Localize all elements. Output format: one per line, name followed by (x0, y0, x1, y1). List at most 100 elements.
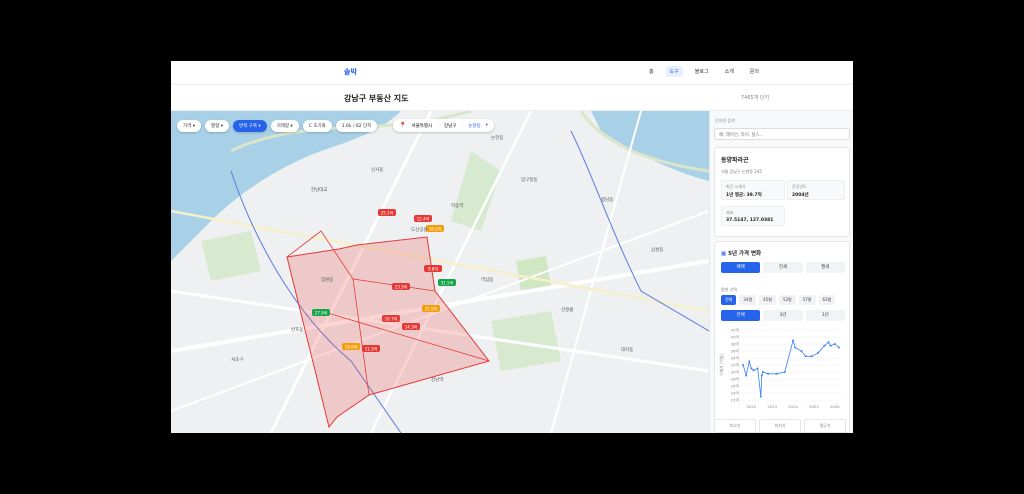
x-tick-label: 2024 (788, 404, 798, 409)
price-marker[interactable]: 27.9억 (312, 309, 330, 316)
price-marker-label: 9.8억 (428, 266, 438, 272)
side-panel: 단지명 검색 동양파라곤 서울 강남구 논현동 245 최근 시세가 1년 평균… (709, 111, 853, 433)
data-point (745, 374, 748, 377)
logo[interactable]: 솔박 (344, 67, 357, 77)
price-marker[interactable]: 14.3억 (402, 323, 420, 330)
data-point (761, 371, 764, 373)
price-marker[interactable]: 31.5억 (438, 279, 456, 286)
filter-chip[interactable]: 거래량 ▾ (270, 120, 299, 132)
x-tick-label: 2025 (809, 404, 819, 409)
deal-type-tab[interactable]: 월세 (805, 262, 845, 273)
map-label: 삼성동 (651, 246, 663, 253)
search-input[interactable] (714, 128, 850, 140)
area-chip[interactable]: 63평 (818, 295, 836, 305)
city-select[interactable]: 서울특별시 (411, 123, 432, 129)
district-select[interactable]: 강남구 (444, 123, 456, 129)
nav-item[interactable]: 블로그 (691, 66, 713, 77)
nav-item[interactable]: 문의 (746, 66, 763, 77)
price-marker[interactable]: 9.8억 (424, 265, 442, 272)
nav-item[interactable]: 도구 (665, 66, 683, 77)
price-marker[interactable]: 12.4억 (414, 215, 432, 222)
data-point (792, 339, 795, 342)
price-marker[interactable]: 11.5억 (362, 345, 380, 352)
nav-links: 홈 도구 블로그 소개 문의 (645, 66, 763, 77)
data-point (823, 344, 826, 347)
location-selector[interactable]: 📍 서울특별시 › 강남구 › 논현동 ▾ (393, 119, 494, 132)
price-stats: 최고가 최저가 평균가 (714, 419, 846, 433)
y-tick-label: 28억 (731, 377, 740, 382)
price-trend-card: ▦ 5년 가격 변화 매매 전세 월세 평형 선택 전체 34평 45평 52평 57평 63… (714, 241, 850, 433)
x-tick-label: 2022 (747, 404, 757, 409)
price-marker[interactable]: 21.0억 (422, 305, 440, 312)
price-marker-label: 19.6억 (345, 344, 358, 350)
filter-chip[interactable]: 평형 ▾ (204, 120, 229, 132)
chevron-down-icon: ▾ (485, 123, 488, 128)
year-cell: 준공년도 2004년 (787, 180, 845, 200)
title-bar: 강남구 부동산 지도 7465개 단지 (171, 85, 853, 111)
filter-chip[interactable]: 면적 구축 ▾ (232, 120, 267, 132)
y-tick-label: 34억 (731, 356, 740, 361)
y-tick-label: 24억 (731, 391, 740, 396)
deal-type-tab[interactable]: 전세 (763, 262, 803, 273)
filter-chip[interactable]: 1.6k / 82 단지 (335, 120, 378, 132)
price-marker-label: 31.5억 (441, 280, 454, 286)
filter-bar: 가격 ▾ 평형 ▾ 면적 구축 ▾ 거래량 ▾ C 초기화 1.6k / 82 단지 (177, 120, 378, 132)
map-label: 논현동 (491, 134, 503, 141)
complex-card: 동양파라곤 서울 강남구 논현동 245 최근 시세가 1년 평균: 39.7억… (714, 147, 850, 237)
nav-item[interactable]: 홈 (645, 66, 658, 77)
map-label: 역삼동 (481, 276, 493, 283)
data-point (817, 351, 820, 354)
area-chip[interactable]: 52평 (778, 295, 796, 305)
complex-count: 7465개 단지 (741, 95, 770, 101)
year-value: 2004년 (792, 193, 809, 198)
area-chip[interactable]: 34평 (739, 295, 757, 305)
price-marker[interactable]: 23.3억 (392, 283, 410, 290)
stat-box: 최고가 (714, 419, 756, 433)
data-point (760, 374, 763, 377)
data-point (742, 364, 745, 366)
top-nav: 솔박 홈 도구 블로그 소개 문의 (171, 61, 853, 85)
period-tabs: 전체 3년 1년 (721, 310, 845, 321)
area-chip[interactable]: 45평 (759, 295, 776, 305)
data-point (748, 360, 751, 363)
price-cell: 최근 시세가 1년 평균: 39.7억 (721, 180, 785, 200)
deal-type-tab[interactable]: 매매 (721, 262, 761, 273)
price-marker-label: 11.5억 (365, 346, 378, 352)
price-marker-label: 25.1억 (381, 210, 394, 216)
map-label: 잠원동 (321, 276, 333, 283)
price-marker-label: 18.2억 (429, 226, 442, 232)
nav-item[interactable]: 소개 (721, 66, 738, 77)
complex-name: 동양파라곤 (721, 157, 749, 164)
map-label: 반포동 (291, 326, 303, 333)
filter-chip[interactable]: C 초기화 (302, 120, 332, 132)
map-label: 신사동 (371, 166, 383, 173)
period-tab[interactable]: 3년 (763, 310, 803, 321)
year-label: 준공년도 (792, 184, 807, 189)
coord-label: 좌표 (726, 210, 734, 215)
price-marker[interactable]: 25.1억 (378, 209, 396, 216)
data-point (810, 355, 813, 358)
area-chip[interactable]: 전체 (721, 295, 737, 305)
data-point (804, 355, 807, 358)
price-marker[interactable]: 19.6억 (342, 343, 360, 350)
period-tab[interactable]: 1년 (805, 310, 845, 321)
price-marker[interactable]: 18.2억 (426, 225, 444, 232)
page-title: 강남구 부동산 지도 (344, 94, 409, 103)
period-tab[interactable]: 전체 (721, 310, 761, 321)
map-canvas[interactable]: 12.4억 18.2억 25.1억 9.8억 31.5억 16.7억 21.0억 14.3억 2… (171, 111, 709, 433)
price-marker[interactable]: 16.7억 (382, 315, 400, 322)
price-marker-label: 23.3억 (395, 284, 408, 290)
map-pin-icon: 📍 (399, 122, 407, 129)
price-marker-label: 14.3억 (405, 324, 418, 330)
map-label: 서초구 (231, 356, 243, 363)
filter-chip[interactable]: 가격 ▾ (177, 120, 201, 132)
y-tick-label: 42억 (731, 328, 740, 333)
area-chip[interactable]: 57평 (798, 295, 816, 305)
y-tick-label: 22억 (731, 398, 740, 403)
coord-value: 37.5147, 127.0381 (726, 218, 774, 223)
y-tick-label: 36억 (731, 349, 740, 354)
complex-address: 서울 강남구 논현동 245 (721, 169, 762, 174)
dong-select[interactable]: 논현동 (468, 123, 480, 129)
map-view[interactable]: 12.4억 18.2억 25.1억 9.8억 31.5억 16.7억 21.0억 14.3억 2… (171, 111, 709, 433)
price-marker-label: 27.9억 (315, 310, 328, 316)
